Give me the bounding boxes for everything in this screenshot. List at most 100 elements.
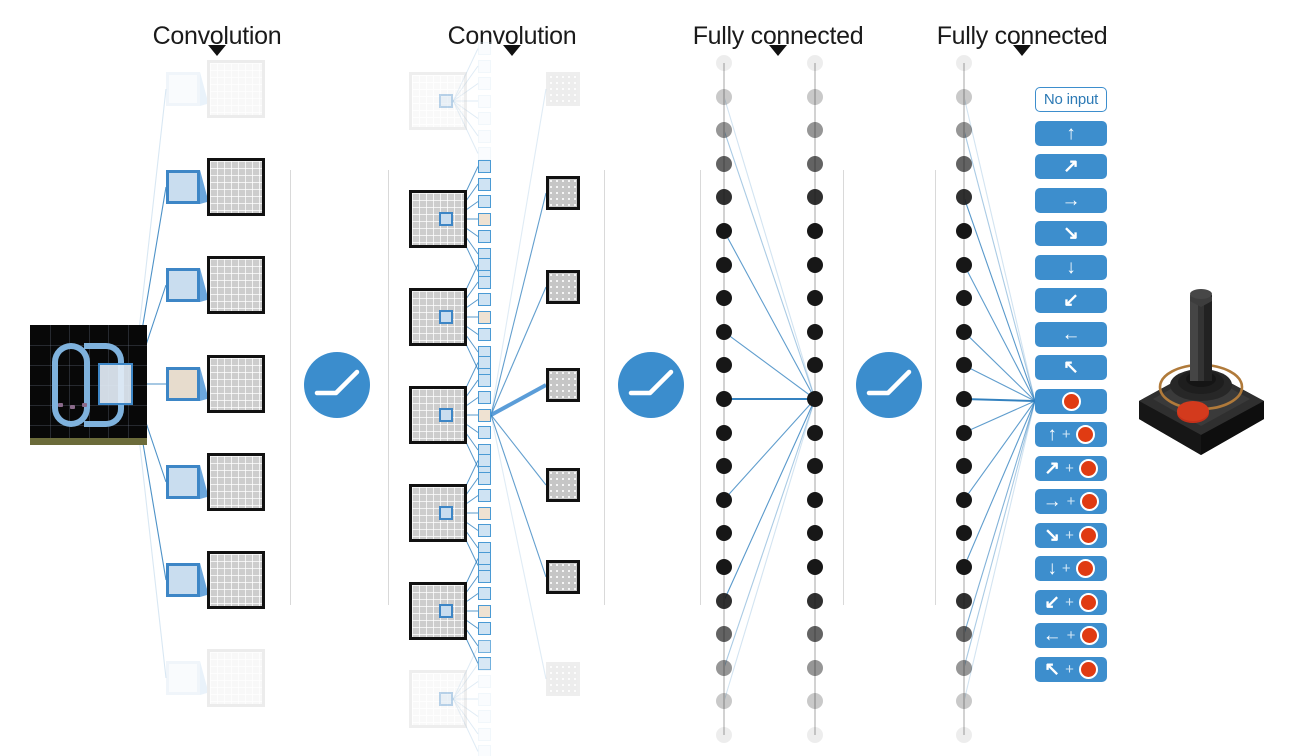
conv1-feature-map-0 [207,60,265,118]
conv2-cell-5-4 [478,622,491,635]
arrow-icon: ↘ [1063,223,1079,244]
fc-node-1-5 [807,223,823,239]
fc-node-0-14 [716,525,732,542]
fc-node-0-8 [716,323,732,340]
action-button-left[interactable]: ← [1035,321,1107,347]
plus-sign: + [1061,426,1071,443]
fc-node-1-8 [807,323,823,340]
action-button-up-right-fire[interactable]: ↗ + [1035,455,1107,481]
conv2-cell-3-4 [478,426,491,439]
fc-node-2-10 [956,391,972,407]
game-ground [30,438,147,445]
conv2-output-map-1 [546,176,580,210]
arrow-icon: ↑ [1047,424,1057,445]
fc-node-0-3 [716,155,732,172]
conv2-cell-5-3 [478,604,491,618]
conv2-cell-1-1 [478,177,491,191]
conv2-cell-4-1 [478,471,491,485]
conv2-cell-6-1 [478,657,491,671]
action-button-up[interactable]: ↑ [1035,120,1107,146]
action-button-up-left[interactable]: ↖ [1035,355,1107,380]
fc-node-0-15 [716,559,732,575]
plus-sign: + [1066,627,1076,644]
fc-node-0-6 [716,256,732,273]
conv2-cell-4-3 [478,506,491,520]
action-button-down-right[interactable]: ↘ [1035,221,1107,246]
fc-node-2-14 [956,525,972,542]
fc-node-0-16 [716,592,732,609]
arrow-icon: ↙ [1044,591,1061,613]
action-button-right[interactable]: → [1035,187,1107,213]
plus-sign: + [1065,593,1074,611]
fc-node-2-9 [956,357,972,374]
action-button-left-fire[interactable]: ← + [1035,623,1107,648]
fc-node-0-20 [716,727,732,743]
fc-node-1-2 [807,122,823,139]
conv1-feature-map-3 [207,355,265,413]
action-button-up-right[interactable]: ↗ [1035,154,1107,179]
action-button-down-left-fire[interactable]: ↙ + [1035,589,1107,615]
fc-node-1-10 [807,391,823,407]
separator-2 [604,170,605,605]
action-button-up-fire[interactable]: ↑ + [1035,422,1107,447]
conv1-input-patch-3 [166,367,200,401]
fc-node-0-10 [716,391,732,407]
atari-game-frame [30,325,147,445]
action-button-down-left[interactable]: ↙ [1035,288,1107,313]
fc-node-2-6 [956,256,972,273]
fc-node-1-0 [807,55,823,71]
conv2-receptive-field-6 [439,692,454,706]
fc-node-2-16 [956,592,972,609]
conv2-cell-4-2 [478,489,491,502]
conv2-receptive-field-4 [439,506,454,520]
arrow-icon: ← [1061,323,1081,345]
action-button-down[interactable]: ↓ [1035,254,1107,280]
fc-node-1-15 [807,559,823,575]
conv1-input-patch-0 [166,72,200,106]
conv2-output-map-6 [546,662,580,696]
fc-node-1-17 [807,626,823,643]
conv2-cell-2-4 [478,328,491,341]
conv2-output-map-4 [546,468,580,502]
fc-node-0-1 [716,88,732,105]
fc-node-2-20 [956,727,972,743]
action-button-fire[interactable] [1035,388,1107,414]
action-button-up-left-fire[interactable]: ↖ + [1035,656,1107,682]
fire-button-icon [1078,592,1098,612]
conv2-cell-1-0 [478,160,491,173]
fc-node-0-0 [716,55,732,71]
conv1-feature-map-6 [207,649,265,707]
fc-node-0-19 [716,693,732,710]
fc-node-1-6 [807,256,823,273]
conv2-cell-6-2 [478,675,491,688]
separator-0 [290,170,291,605]
fc-node-2-1 [956,88,972,105]
fc-node-2-13 [956,491,972,508]
conv2-cell-6-4 [478,710,491,723]
fire-button-icon [1078,458,1098,478]
action-button-down-fire[interactable]: ↓ + [1035,556,1107,581]
relu-icon-0 [304,352,370,418]
conv2-cell-6-0 [478,640,491,653]
fc-node-2-15 [956,559,972,575]
relu-icon-1 [618,352,684,418]
action-button-right-fire[interactable]: → + [1035,489,1107,514]
plus-sign: + [1065,526,1074,544]
arrow-icon: → [1042,491,1062,512]
action-button-down-right-fire[interactable]: ↘ + [1035,522,1107,548]
fc-node-0-2 [716,122,732,139]
conv2-cell-3-1 [478,373,491,387]
conv2-cell-4-0 [478,454,491,467]
atari-joystick [1135,283,1268,455]
conv2-cell-1-4 [478,230,491,243]
conv2-cell-0-6 [478,147,491,160]
fc-node-1-16 [807,592,823,609]
conv2-feature-map-1 [409,190,467,248]
layer-caret-icon-0 [208,45,226,56]
conv2-cell-0-5 [478,129,491,143]
action-button-no-input[interactable]: No input [1035,87,1107,112]
action-label: No input [1043,91,1099,108]
conv2-receptive-field-3 [439,408,454,422]
fc-node-0-7 [716,290,732,307]
separator-5 [935,170,936,605]
